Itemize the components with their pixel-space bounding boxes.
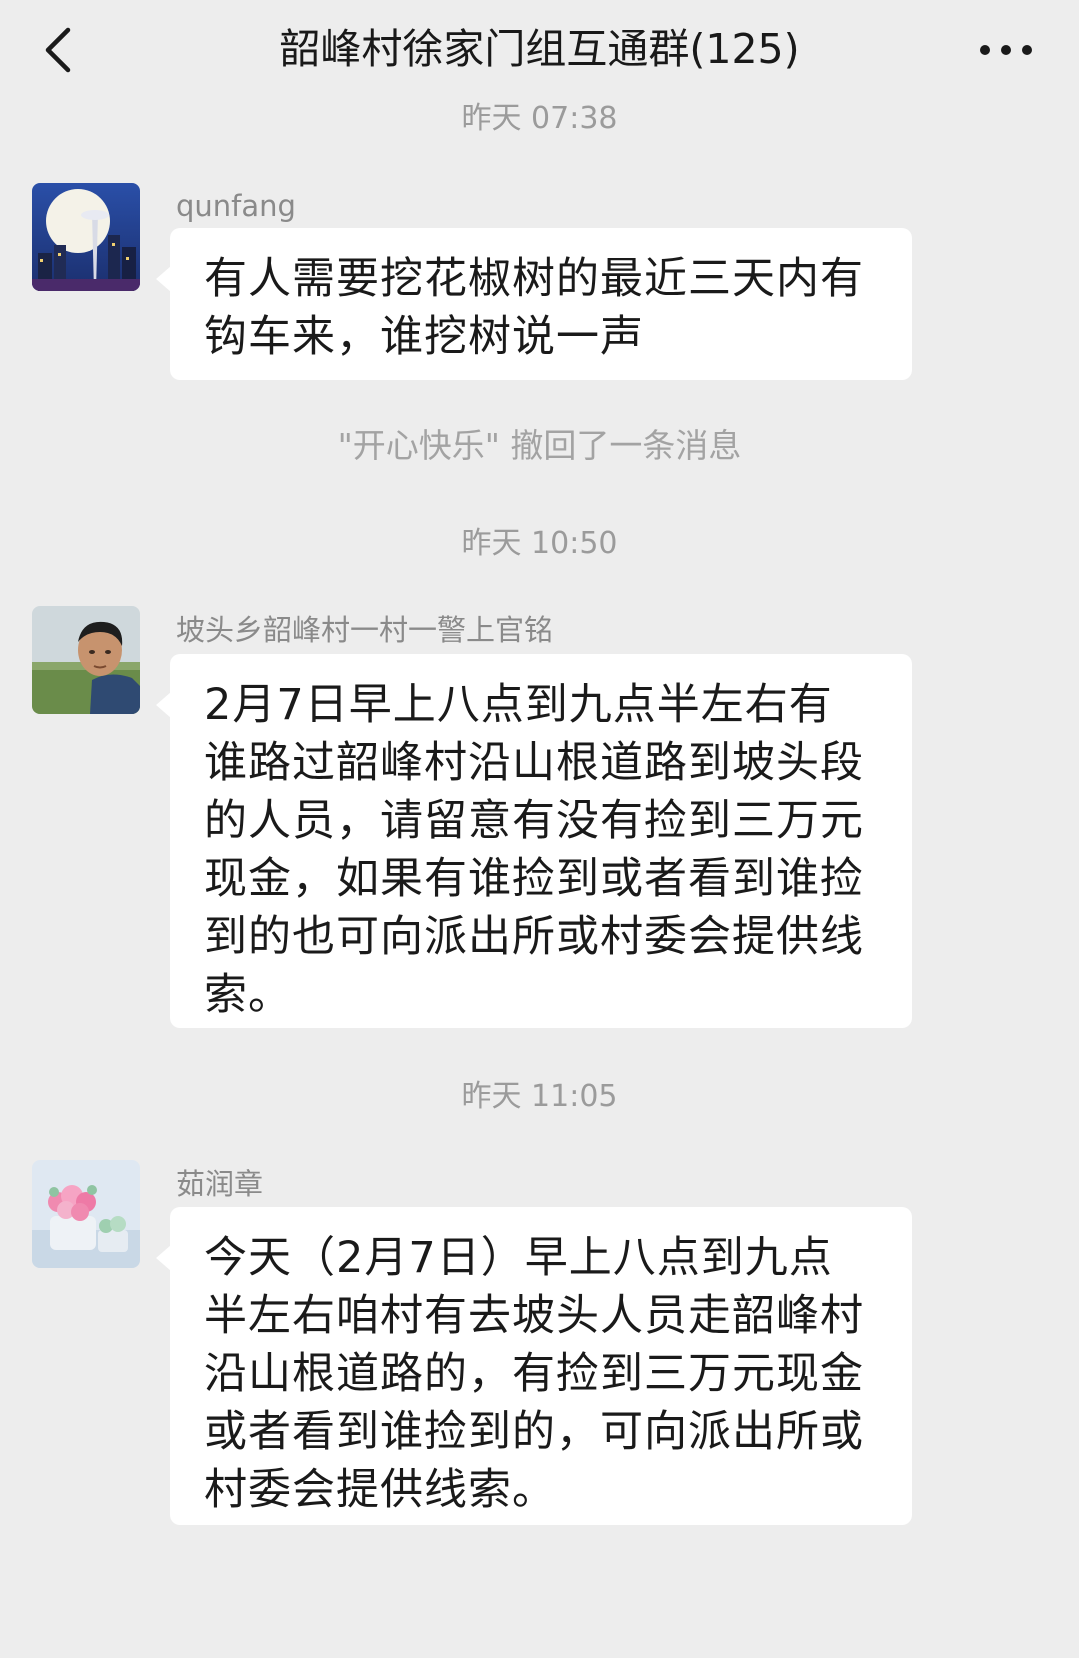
flower-bouquet-avatar	[32, 1160, 140, 1268]
message-text: 2月7日早上八点到九点半左右有 谁路过韶峰村沿山根道路到坡头段 的人员，请留意有没有…	[204, 676, 882, 1024]
message-bubble[interactable]: 有人需要挖花椒树的最近三天内有 钩车来，谁挖树说一声	[156, 228, 912, 380]
bubble-tail	[156, 266, 171, 292]
sender-name: 坡头乡韶峰村一村一警上官铭	[176, 613, 554, 647]
more-options-button[interactable]	[971, 28, 1041, 72]
avatar[interactable]	[32, 1160, 140, 1268]
message-text: 有人需要挖花椒树的最近三天内有 钩车来，谁挖树说一声	[204, 250, 882, 366]
message-line: 今天（2月7日）早上八点到九点	[204, 1233, 833, 1283]
back-button[interactable]	[32, 20, 92, 80]
recall-notice: "开心快乐" 撤回了一条消息	[337, 426, 742, 465]
message-line: 索。	[204, 970, 292, 1020]
message-line: 的人员，请留意有没有捡到三万元	[204, 796, 864, 846]
bubble-tail	[156, 1245, 171, 1271]
message-line: 现金，如果有谁捡到或者看到谁捡	[204, 854, 864, 904]
chat-header: 韶峰村徐家门组互通群(125)	[0, 0, 1079, 102]
timestamp: 昨天 07:38	[461, 101, 618, 136]
message-bubble[interactable]: 今天（2月7日）早上八点到九点 半左右咱村有去坡头人员走韶峰村 沿山根道路的，有捡到…	[156, 1207, 912, 1525]
message-line: 谁路过韶峰村沿山根道路到坡头段	[204, 738, 864, 788]
avatar[interactable]	[32, 606, 140, 714]
message-line: 有人需要挖花椒树的最近三天内有	[204, 254, 864, 304]
timestamp: 昨天 11:05	[461, 1079, 618, 1114]
man-portrait-avatar	[32, 606, 140, 714]
message-line: 钩车来，谁挖树说一声	[204, 312, 644, 362]
chevron-left-icon	[45, 27, 71, 73]
sender-name: 茹润章	[176, 1167, 264, 1201]
bubble-tail	[156, 692, 171, 718]
sender-name: qunfang	[176, 189, 296, 223]
message-line: 到的也可向派出所或村委会提供线	[204, 912, 864, 962]
timestamp: 昨天 10:50	[461, 526, 618, 561]
message-line: 或者看到谁捡到的，可向派出所或	[204, 1407, 864, 1457]
night-city-moon-avatar	[32, 183, 140, 291]
message-line: 2月7日早上八点到九点半左右有	[204, 680, 833, 730]
message-line: 村委会提供线索。	[204, 1465, 556, 1515]
message-line: 半左右咱村有去坡头人员走韶峰村	[204, 1291, 864, 1341]
avatar[interactable]	[32, 183, 140, 291]
message-text: 今天（2月7日）早上八点到九点 半左右咱村有去坡头人员走韶峰村 沿山根道路的，有捡到…	[204, 1229, 882, 1519]
message-line: 沿山根道路的，有捡到三万元现金	[204, 1349, 864, 1399]
chat-title: 韶峰村徐家门组互通群(125)	[279, 25, 800, 73]
more-dots-icon	[980, 45, 1032, 55]
message-bubble[interactable]: 2月7日早上八点到九点半左右有 谁路过韶峰村沿山根道路到坡头段 的人员，请留意有没有…	[156, 654, 912, 1028]
